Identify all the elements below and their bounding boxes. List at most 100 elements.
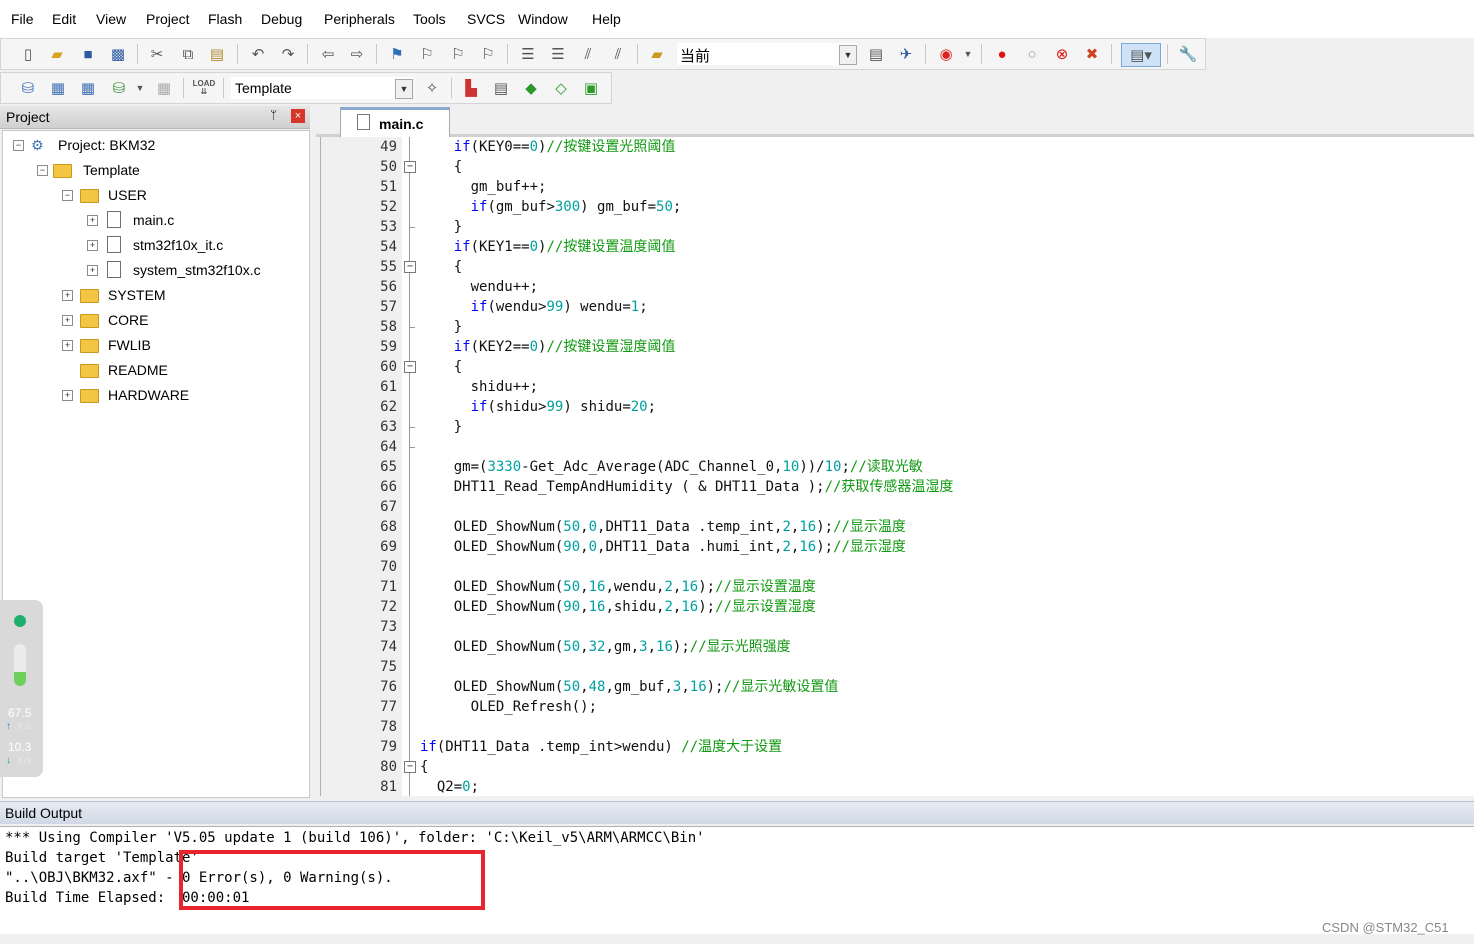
- paste-icon[interactable]: ▤: [206, 43, 228, 65]
- code-line[interactable]: 51 gm_buf++;: [321, 177, 1471, 197]
- code-line[interactable]: 63 }: [321, 417, 1471, 437]
- batch-build-icon[interactable]: ⛁: [108, 77, 130, 99]
- manage-books-icon[interactable]: ▤: [490, 77, 512, 99]
- undo-icon[interactable]: ↶: [247, 43, 269, 65]
- next-bookmark-icon[interactable]: ⚐: [447, 43, 469, 65]
- collapse-icon[interactable]: −: [62, 190, 73, 201]
- menu-file[interactable]: File: [11, 11, 34, 27]
- pack-installer-icon[interactable]: ◇: [550, 77, 572, 99]
- menu-help[interactable]: Help: [592, 11, 621, 27]
- code-line[interactable]: 61 shidu++;: [321, 377, 1471, 397]
- bookmark-icon[interactable]: ⚑: [386, 43, 408, 65]
- menu-flash[interactable]: Flash: [208, 11, 242, 27]
- run-time-environment-icon[interactable]: ▣: [580, 77, 602, 99]
- code-line[interactable]: 74 OLED_ShowNum(50,32,gm,3,16);//显示光照强度: [321, 637, 1471, 657]
- breakpoint-icon[interactable]: ●: [991, 43, 1013, 65]
- expand-icon[interactable]: +: [87, 265, 98, 276]
- code-line[interactable]: 60− {: [321, 357, 1471, 377]
- expand-icon[interactable]: +: [62, 390, 73, 401]
- target-combo[interactable]: Template ▼: [231, 77, 413, 99]
- expand-icon[interactable]: +: [87, 215, 98, 226]
- indent-icon[interactable]: ☰: [517, 43, 539, 65]
- download-icon[interactable]: LOAD ⇊: [193, 77, 216, 99]
- code-line[interactable]: 53 }: [321, 217, 1471, 237]
- open-file-icon[interactable]: ▰: [46, 43, 68, 65]
- code-line[interactable]: 54 if(KEY1==0)//按键设置温度阈值: [321, 237, 1471, 257]
- expand-icon[interactable]: +: [87, 240, 98, 251]
- code-line[interactable]: 58 }: [321, 317, 1471, 337]
- incremental-find-icon[interactable]: ✈: [895, 43, 917, 65]
- nav-forward-icon[interactable]: ⇨: [346, 43, 368, 65]
- target-options-icon[interactable]: ✧: [421, 77, 443, 99]
- code-line[interactable]: 59 if(KEY2==0)//按键设置湿度阈值: [321, 337, 1471, 357]
- save-icon[interactable]: ■: [77, 43, 99, 65]
- code-line[interactable]: 78: [321, 717, 1471, 737]
- close-icon[interactable]: ×: [291, 109, 305, 123]
- menu-project[interactable]: Project: [146, 11, 190, 27]
- menu-peripherals[interactable]: Peripherals: [324, 11, 395, 27]
- rebuild-icon[interactable]: ▦: [77, 77, 99, 99]
- stop-build-icon[interactable]: ▦: [153, 77, 175, 99]
- disable-all-breakpoints-icon[interactable]: ⊗: [1051, 43, 1073, 65]
- find-icon[interactable]: ▤: [865, 43, 887, 65]
- code-line[interactable]: 49 if(KEY0==0)//按键设置光照阈值: [321, 137, 1471, 157]
- code-line[interactable]: 55− {: [321, 257, 1471, 277]
- prev-bookmark-icon[interactable]: ⚐: [416, 43, 438, 65]
- find-in-files-icon[interactable]: ▰: [646, 43, 668, 65]
- select-packs-icon[interactable]: ◆: [520, 77, 542, 99]
- window-layout-icon[interactable]: ▤▾: [1121, 43, 1161, 67]
- code-line[interactable]: 62 if(shidu>99) shidu=20;: [321, 397, 1471, 417]
- translate-icon[interactable]: ⛁: [17, 77, 39, 99]
- find-combo[interactable]: 当前 ▼: [677, 43, 857, 65]
- code-line[interactable]: 52 if(gm_buf>300) gm_buf=50;: [321, 197, 1471, 217]
- code-line[interactable]: 67: [321, 497, 1471, 517]
- code-line[interactable]: 71 OLED_ShowNum(50,16,wendu,2,16);//显示设置…: [321, 577, 1471, 597]
- code-line[interactable]: 70: [321, 557, 1471, 577]
- code-line[interactable]: 56 wendu++;: [321, 277, 1471, 297]
- collapse-icon[interactable]: −: [37, 165, 48, 176]
- debug-session-icon[interactable]: ◉: [935, 43, 957, 65]
- redo-icon[interactable]: ↷: [277, 43, 299, 65]
- code-editor[interactable]: 49 if(KEY0==0)//按键设置光照阈值 50− {51 gm_buf++…: [320, 137, 1474, 796]
- save-all-icon[interactable]: ▩: [107, 43, 129, 65]
- code-line[interactable]: 75: [321, 657, 1471, 677]
- code-line[interactable]: 81 Q2=0;: [321, 777, 1471, 796]
- code-line[interactable]: 76 OLED_ShowNum(50,48,gm_buf,3,16);//显示光…: [321, 677, 1471, 697]
- expand-icon[interactable]: +: [62, 340, 73, 351]
- net-speed-widget[interactable]: 67.5 ↑ K/s 10.3 ↓ K/s: [0, 600, 43, 777]
- code-line[interactable]: 50− {: [321, 157, 1471, 177]
- fold-toggle-icon[interactable]: −: [404, 261, 416, 273]
- unindent-icon[interactable]: ☰: [547, 43, 569, 65]
- nav-back-icon[interactable]: ⇦: [317, 43, 339, 65]
- uncomment-icon[interactable]: ⫽: [607, 43, 629, 65]
- code-line[interactable]: 66 DHT11_Read_TempAndHumidity ( & DHT11_…: [321, 477, 1471, 497]
- copy-icon[interactable]: ⧉: [177, 43, 199, 65]
- code-line[interactable]: 73: [321, 617, 1471, 637]
- build-icon[interactable]: ▦: [47, 77, 69, 99]
- comment-icon[interactable]: ⫽: [577, 43, 599, 65]
- tab-main-c[interactable]: main.c: [340, 107, 450, 138]
- collapse-icon[interactable]: −: [13, 140, 24, 151]
- manage-project-icon[interactable]: ▙: [460, 77, 482, 99]
- chevron-down-icon[interactable]: ▼: [839, 45, 857, 65]
- horizontal-scrollbar[interactable]: [0, 934, 1474, 944]
- configure-icon[interactable]: 🔧: [1177, 43, 1199, 65]
- code-line[interactable]: 69 OLED_ShowNum(90,0,DHT11_Data .humi_in…: [321, 537, 1471, 557]
- disable-breakpoint-icon[interactable]: ○: [1021, 43, 1043, 65]
- code-line[interactable]: 77 OLED_Refresh();: [321, 697, 1471, 717]
- fold-toggle-icon[interactable]: −: [404, 761, 416, 773]
- fold-toggle-icon[interactable]: −: [404, 361, 416, 373]
- code-line[interactable]: 68 OLED_ShowNum(50,0,DHT11_Data .temp_in…: [321, 517, 1471, 537]
- code-line[interactable]: 79 if(DHT11_Data .temp_int>wendu) //温度大于设…: [321, 737, 1471, 757]
- pin-icon[interactable]: ᛘ: [270, 108, 277, 122]
- code-line[interactable]: 64: [321, 437, 1471, 457]
- menu-svcs[interactable]: SVCS: [467, 11, 505, 27]
- menu-view[interactable]: View: [96, 11, 126, 27]
- fold-toggle-icon[interactable]: −: [404, 161, 416, 173]
- cut-icon[interactable]: ✂: [146, 43, 168, 65]
- chevron-down-icon[interactable]: ▼: [395, 79, 413, 99]
- menu-window[interactable]: Window: [518, 11, 568, 27]
- menu-debug[interactable]: Debug: [261, 11, 302, 27]
- code-line[interactable]: 80−{: [321, 757, 1471, 777]
- expand-icon[interactable]: +: [62, 315, 73, 326]
